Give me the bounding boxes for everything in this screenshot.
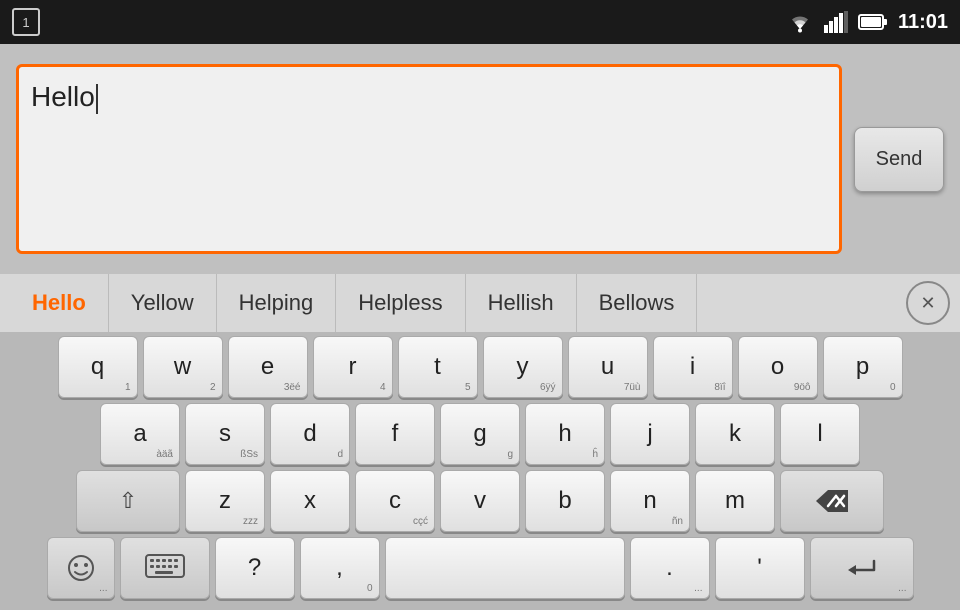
key-x[interactable]: x (270, 470, 350, 532)
battery-icon (858, 13, 888, 31)
key-u[interactable]: u7üù (568, 336, 648, 398)
key-row-3: ⇧ zzzz x ccçć v b nñn m (4, 470, 956, 532)
keyboard-switch-key[interactable] (120, 537, 210, 599)
key-w[interactable]: w2 (143, 336, 223, 398)
enter-icon (844, 555, 880, 581)
key-i[interactable]: i8ïî (653, 336, 733, 398)
status-right: 11:01 (786, 11, 948, 34)
signal-icon (824, 11, 848, 33)
key-r[interactable]: r4 (313, 336, 393, 398)
enter-key[interactable]: ... (810, 537, 914, 599)
key-o[interactable]: o9öô (738, 336, 818, 398)
key-l[interactable]: l (780, 403, 860, 465)
notification-icon: 1 (12, 8, 40, 36)
suggestion-yellow[interactable]: Yellow (109, 274, 217, 332)
suggestion-bellows[interactable]: Bellows (577, 274, 698, 332)
backspace-icon (814, 488, 850, 514)
delete-key[interactable] (780, 470, 884, 532)
suggestions-bar: Hello Yellow Helping Helpless Hellish Be… (0, 274, 960, 332)
key-j[interactable]: j (610, 403, 690, 465)
send-button[interactable]: Send (854, 127, 944, 192)
key-comma[interactable]: ,0 (300, 537, 380, 599)
key-row-4: ... ? ,0 .... ' (4, 537, 956, 599)
shift-key[interactable]: ⇧ (76, 470, 180, 532)
key-s[interactable]: sßSs (185, 403, 265, 465)
text-display: Hello (31, 79, 98, 115)
key-n[interactable]: nñn (610, 470, 690, 532)
key-g[interactable]: gg (440, 403, 520, 465)
suggestion-helping[interactable]: Helping (217, 274, 337, 332)
key-f[interactable]: f (355, 403, 435, 465)
main-area: Hello Send (0, 44, 960, 274)
key-t[interactable]: t5 (398, 336, 478, 398)
status-time: 11:01 (898, 11, 948, 34)
key-row-1: q1 w2 e3ëé r4 t5 y6ÿý u7üù i8ïî o9öô p0 (4, 336, 956, 398)
key-e[interactable]: e3ëé (228, 336, 308, 398)
key-question[interactable]: ? (215, 537, 295, 599)
key-period[interactable]: .... (630, 537, 710, 599)
key-y[interactable]: y6ÿý (483, 336, 563, 398)
emoji-icon (66, 553, 96, 583)
spacebar-key[interactable] (385, 537, 625, 599)
key-m[interactable]: m (695, 470, 775, 532)
key-v[interactable]: v (440, 470, 520, 532)
status-left: 1 (12, 8, 40, 36)
key-q[interactable]: q1 (58, 336, 138, 398)
suggestion-clear-button[interactable] (906, 281, 950, 325)
key-apostrophe[interactable]: ' (715, 537, 805, 599)
key-d[interactable]: dd (270, 403, 350, 465)
key-c[interactable]: ccçć (355, 470, 435, 532)
keyboard-icon (145, 554, 185, 582)
key-k[interactable]: k (695, 403, 775, 465)
key-z[interactable]: zzzz (185, 470, 265, 532)
key-b[interactable]: b (525, 470, 605, 532)
suggestion-hellish[interactable]: Hellish (466, 274, 577, 332)
text-input-area[interactable]: Hello (16, 64, 842, 254)
keyboard: q1 w2 e3ëé r4 t5 y6ÿý u7üù i8ïî o9öô p0 … (0, 332, 960, 610)
key-row-2: aàäã sßSs dd f gg hĥ j k l (4, 403, 956, 465)
key-p[interactable]: p0 (823, 336, 903, 398)
key-a[interactable]: aàäã (100, 403, 180, 465)
suggestion-helpless[interactable]: Helpless (336, 274, 465, 332)
suggestion-hello[interactable]: Hello (10, 274, 109, 332)
status-bar: 1 11:01 (0, 0, 960, 44)
wifi-icon (786, 11, 814, 33)
key-h[interactable]: hĥ (525, 403, 605, 465)
emoji-key[interactable]: ... (47, 537, 115, 599)
